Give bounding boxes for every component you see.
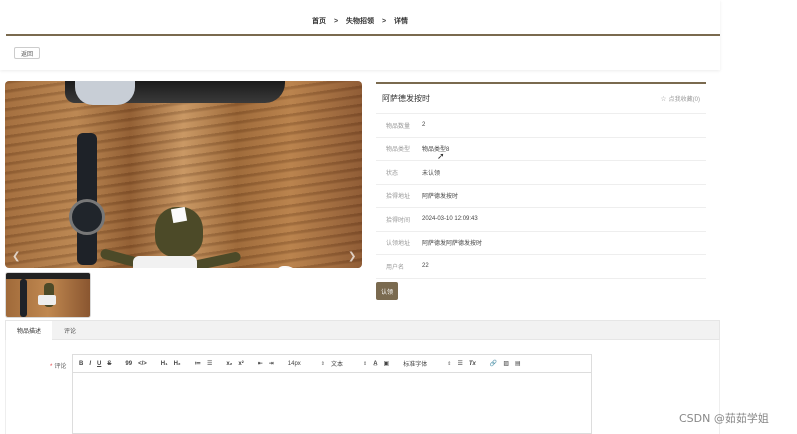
info-label: 用户名: [386, 264, 405, 271]
star-icon: ☆: [660, 95, 667, 103]
breadcrumb-separator: >: [381, 18, 387, 25]
info-value: 未认领: [422, 170, 441, 177]
info-row-found-address: 拾得地址 阿萨德发按时: [376, 185, 706, 208]
superscript-button[interactable]: x²: [238, 361, 243, 367]
subscript-button[interactable]: x₂: [226, 361, 232, 367]
bold-button[interactable]: B: [79, 361, 83, 367]
info-label: 拾得时间: [386, 217, 411, 224]
font-family-select[interactable]: 标准字体 ⇕: [403, 359, 452, 369]
favorite-label: 点我收藏(0): [668, 97, 700, 103]
thumbnail-image[interactable]: [5, 272, 91, 318]
chevron-right-icon[interactable]: ❯: [348, 251, 356, 262]
info-row-status: 状态 未认领: [376, 161, 706, 185]
ordered-list-icon[interactable]: ≔: [195, 360, 201, 367]
info-row-username: 用户名 22: [376, 255, 706, 279]
photo-cloth-light: [75, 81, 135, 105]
background-color-icon[interactable]: ▣: [384, 360, 390, 367]
font-size-value: 14px: [287, 360, 301, 367]
align-icon[interactable]: ☰: [457, 360, 462, 367]
item-title: 阿萨德发按时: [382, 94, 430, 103]
required-mark: *: [50, 364, 53, 370]
clear-format-button[interactable]: Tx: [469, 361, 476, 367]
back-button[interactable]: 返回: [14, 47, 40, 59]
favorite-button[interactable]: ☆ 点我收藏(0): [660, 94, 700, 104]
info-row-claim-address: 认领地址 阿萨德发阿萨德发按时: [376, 232, 706, 255]
strike-button[interactable]: S: [107, 361, 111, 367]
bullet-list-icon[interactable]: ☰: [207, 360, 212, 367]
item-info-panel: 阿萨德发按时 ☆ 点我收藏(0) 物品数量 2 物品类型 物品类型8 状态 未认…: [376, 82, 706, 279]
breadcrumb-current: 详情: [394, 18, 408, 25]
info-value: 2: [422, 122, 426, 129]
main-item-image[interactable]: ❮ ❯: [5, 81, 362, 268]
code-button[interactable]: </>: [138, 361, 147, 367]
text-format-value: 文本: [330, 362, 343, 368]
photo-watch-face: [69, 199, 105, 235]
info-label: 拾得地址: [386, 194, 411, 201]
breadcrumb-separator: >: [333, 18, 339, 25]
indent-icon[interactable]: ⇥: [269, 360, 274, 367]
info-label: 状态: [386, 170, 399, 177]
font-size-select[interactable]: 14px ⇕: [288, 361, 325, 367]
info-row-quantity: 物品数量 2: [376, 114, 706, 138]
updown-icon: ⇕: [320, 360, 325, 367]
watermark: CSDN @茹茹学姐: [679, 412, 769, 425]
info-label: 认领地址: [386, 241, 411, 248]
info-value: 阿萨德发阿萨德发按时: [422, 241, 483, 248]
tabs-bar: 物品描述 评论: [5, 320, 720, 340]
photo-toy-shirt: [133, 256, 197, 268]
breadcrumb: 首页 > 失物招领 > 详情: [0, 16, 720, 26]
item-title-row: 阿萨德发按时 ☆ 点我收藏(0): [376, 84, 706, 114]
header: 首页 > 失物招领 > 详情 返回: [0, 0, 720, 70]
h1-button[interactable]: H₁: [161, 361, 168, 367]
info-value: 2024-03-10 12:09:43: [422, 216, 478, 223]
comment-section: * 评论 B I U S 99 </> H₁ H₂ ≔ ☰ x₂ x² ⇤ ⇥ …: [5, 340, 720, 434]
breadcrumb-home[interactable]: 首页: [312, 18, 326, 25]
quote-button[interactable]: 99: [125, 361, 132, 367]
claim-button[interactable]: 认领: [376, 282, 398, 300]
italic-button[interactable]: I: [89, 361, 91, 367]
thumb-watch: [20, 279, 27, 317]
comment-label: * 评论: [50, 361, 66, 370]
comment-label-text: 评论: [54, 364, 67, 370]
editor-toolbar: B I U S 99 </> H₁ H₂ ≔ ☰ x₂ x² ⇤ ⇥ 14px …: [73, 355, 591, 373]
mouse-cursor-icon: ➚: [437, 151, 445, 161]
tab-description[interactable]: 物品描述: [6, 321, 52, 340]
text-format-select[interactable]: 文本 ⇕: [330, 359, 368, 369]
underline-button[interactable]: U: [97, 361, 101, 367]
info-value: 22: [422, 263, 429, 270]
font-color-icon[interactable]: A̲: [373, 361, 377, 367]
h2-button[interactable]: H₂: [174, 361, 181, 367]
image-icon[interactable]: ▨: [503, 360, 509, 367]
breadcrumb-section[interactable]: 失物招领: [346, 18, 374, 25]
chevron-left-icon[interactable]: ❮: [12, 251, 20, 262]
info-value: 物品类型8: [422, 147, 450, 154]
header-divider: [6, 34, 720, 36]
outdent-icon[interactable]: ⇤: [258, 360, 263, 367]
info-label: 物品数量: [386, 123, 411, 130]
updown-icon: ⇕: [447, 360, 452, 367]
updown-icon: ⇕: [363, 360, 368, 367]
photo-paper-tag: [170, 206, 188, 224]
info-value: 阿萨德发按时: [422, 194, 459, 201]
thumb-toy-shirt: [38, 295, 56, 305]
link-icon[interactable]: 🔗: [490, 360, 497, 367]
video-icon[interactable]: ▤: [515, 360, 521, 367]
info-label: 物品类型: [386, 147, 411, 154]
tab-comments[interactable]: 评论: [52, 321, 88, 340]
font-family-value: 标准字体: [403, 362, 428, 368]
info-row-type: 物品类型 物品类型8: [376, 138, 706, 161]
info-row-found-time: 拾得时间 2024-03-10 12:09:43: [376, 208, 706, 232]
rich-text-editor[interactable]: B I U S 99 </> H₁ H₂ ≔ ☰ x₂ x² ⇤ ⇥ 14px …: [72, 354, 592, 434]
detail-page: 首页 > 失物招领 > 详情 返回 ❮ ❯ 阿萨德发按时 ☆ 点我收藏(0) 物…: [0, 0, 797, 434]
thumb-cloth: [6, 273, 90, 279]
